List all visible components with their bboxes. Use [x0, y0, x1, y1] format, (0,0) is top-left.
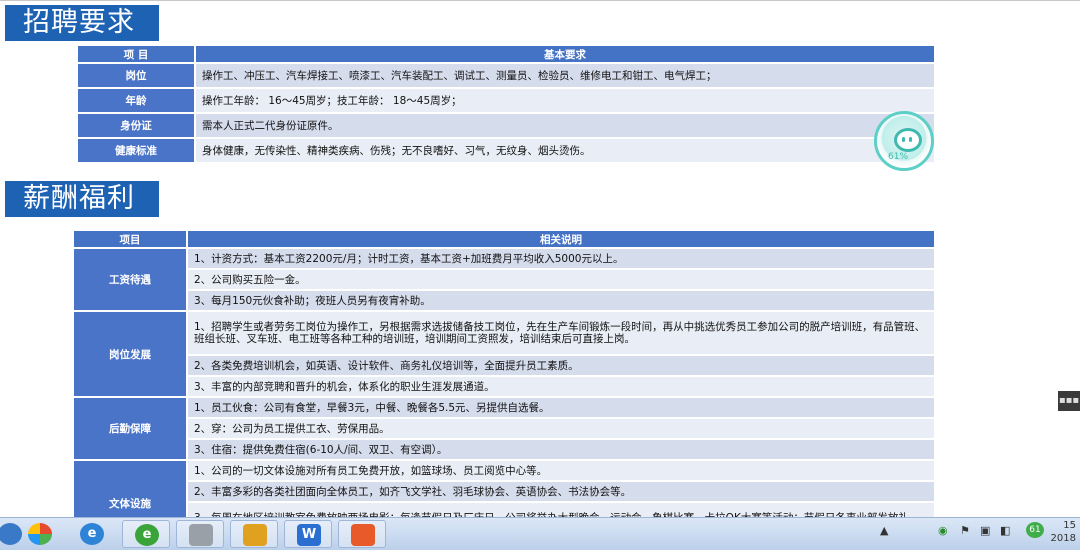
percent-label: 61%	[888, 152, 909, 162]
clock[interactable]: 15 2018	[1051, 519, 1076, 545]
photo-icon	[189, 524, 213, 546]
table-header-row: 项目 相关说明	[74, 231, 934, 249]
list-item: 2、公司购买五险一金。	[188, 270, 934, 291]
list-item: 3、丰富的内部竞聘和晋升的机会，体系化的职业生涯发展通道。	[188, 377, 934, 398]
tray-flag-icon[interactable]: ⚑	[960, 524, 970, 537]
list-item: 1、公司的一切文体设施对所有员工免费开放，如篮球场、员工阅览中心等。	[188, 461, 934, 482]
tray-monitor-icon[interactable]: ▣	[980, 524, 990, 537]
browser-green-icon: e	[135, 524, 159, 546]
list-item: 2、丰富多彩的各类社团面向全体员工，如齐飞文学社、羽毛球协会、英语协会、书法协会…	[188, 482, 934, 503]
group-label: 工资待遇	[74, 249, 188, 312]
taskbar-app[interactable]	[230, 520, 278, 548]
row-label: 身份证	[78, 114, 196, 139]
chat-face-icon	[894, 128, 922, 152]
taskbar: e e W	[0, 517, 1080, 550]
list-item: 1、员工伙食：公司有食堂，早餐3元，中餐、晚餐各5.5元、另提供自选餐。	[188, 398, 934, 419]
section-title-benefits: 薪酬福利	[5, 181, 159, 217]
taskbar-app[interactable]	[338, 520, 386, 548]
taskbar-app[interactable]: e	[68, 520, 116, 548]
row-label: 岗位	[78, 64, 196, 89]
row-label: 年龄	[78, 89, 196, 114]
benefits-table: 项目 相关说明 工资待遇 1、计资方式：基本工资2200元/月；计时工资，基本工…	[74, 231, 934, 547]
header-detail: 相关说明	[188, 231, 934, 249]
taskbar-app[interactable]	[16, 520, 64, 548]
taskbar-app[interactable]: W	[284, 520, 332, 548]
table-row: 2、各类免费培训机会，如英语、设计软件、商务礼仪培训等，全面提升员工素质。	[74, 356, 934, 377]
table-row: 工资待遇 1、计资方式：基本工资2200元/月；计时工资，基本工资+加班费月平均…	[74, 249, 934, 312]
list-item: 1、招聘学生或者劳务工岗位为操作工，另根据需求选拔储备技工岗位，先在生产车间锻炼…	[188, 312, 934, 356]
header-item: 项目	[74, 231, 188, 249]
list-item: 2、穿：公司为员工提供工衣、劳保用品。	[188, 419, 934, 440]
tray-network-icon[interactable]: ◉	[938, 524, 948, 537]
table-row: 2、丰富多彩的各类社团面向全体员工，如齐飞文学社、羽毛球协会、英语协会、书法协会…	[74, 482, 934, 503]
assistant-floating-icon[interactable]: 61%	[874, 111, 934, 171]
table-row: 3、住宿：提供免费住宿(6-10人/间、双卫、有空调）。	[74, 440, 934, 461]
group-label: 岗位发展	[74, 312, 188, 398]
word-icon: W	[297, 524, 321, 546]
header-item: 项 目	[78, 46, 196, 64]
row-value: 操作工年龄： 16～45周岁；技工年龄： 18～45周岁；	[196, 89, 934, 114]
list-item: 3、住宿：提供免费住宿(6-10人/间、双卫、有空调）。	[188, 440, 934, 461]
taskbar-app[interactable]: e	[122, 520, 170, 548]
table-row: 3、丰富的内部竞聘和晋升的机会，体系化的职业生涯发展通道。	[74, 377, 934, 398]
header-detail: 基本要求	[196, 46, 934, 64]
table-row: 岗位 操作工、冲压工、汽车焊接工、喷漆工、汽车装配工、调试工、测量员、检验员、维…	[78, 64, 934, 89]
row-value: 需本人正式二代身份证原件。	[196, 114, 934, 139]
table-row: 3、每月150元伙食补助；夜班人员另有夜宵补助。	[74, 291, 934, 312]
tray-security-badge[interactable]: 61	[1026, 522, 1044, 538]
taskbar-app[interactable]	[176, 520, 224, 548]
clock-date: 2018	[1050, 533, 1076, 544]
side-panel-toggle[interactable]: ▪▪▪	[1058, 391, 1080, 411]
group-label: 后勤保障	[74, 398, 188, 461]
eye-icon	[902, 137, 905, 142]
requirements-table: 项 目 基本要求 岗位 操作工、冲压工、汽车焊接工、喷漆工、汽车装配工、调试工、…	[78, 46, 934, 164]
tray-volume-icon[interactable]: ◧	[1000, 524, 1010, 537]
table-row: 健康标准 身体健康，无传染性、精神类疾病、伤残；无不良嗜好、习气，无纹身、烟头烫…	[78, 139, 934, 164]
table-row: 岗位发展 1、招聘学生或者劳务工岗位为操作工，另根据需求选拔储备技工岗位，先在生…	[74, 312, 934, 398]
table-header-row: 项 目 基本要求	[78, 46, 934, 64]
eye-icon	[909, 137, 912, 142]
list-item: 3、每月150元伙食补助；夜班人员另有夜宵补助。	[188, 291, 934, 312]
row-label: 健康标准	[78, 139, 196, 164]
file-manager-icon	[243, 524, 267, 546]
top-border	[0, 0, 1080, 1]
table-row: 身份证 需本人正式二代身份证原件。	[78, 114, 934, 139]
table-row: 2、公司购买五险一金。	[74, 270, 934, 291]
row-value: 身体健康，无传染性、精神类疾病、伤残；无不良嗜好、习气，无纹身、烟头烫伤。	[196, 139, 934, 164]
clock-time: 15	[1063, 520, 1076, 531]
app-launcher-icon	[28, 523, 52, 545]
table-row: 文体设施 1、公司的一切文体设施对所有员工免费开放，如篮球场、员工阅览中心等。	[74, 461, 934, 547]
section-title-requirements: 招聘要求	[5, 5, 159, 41]
list-item: 2、各类免费培训机会，如英语、设计软件、商务礼仪培训等，全面提升员工素质。	[188, 356, 934, 377]
list-item: 1、计资方式：基本工资2200元/月；计时工资，基本工资+加班费月平均收入500…	[188, 249, 934, 270]
ie-icon: e	[80, 523, 104, 545]
table-row: 年龄 操作工年龄： 16～45周岁；技工年龄： 18～45周岁；	[78, 89, 934, 114]
table-row: 后勤保障 1、员工伙食：公司有食堂，早餐3元，中餐、晚餐各5.5元、另提供自选餐…	[74, 398, 934, 461]
tray-arrow-icon[interactable]: ▲	[880, 524, 888, 537]
media-player-icon	[351, 524, 375, 546]
row-value: 操作工、冲压工、汽车焊接工、喷漆工、汽车装配工、调试工、测量员、检验员、维修电工…	[196, 64, 934, 89]
table-row: 2、穿：公司为员工提供工衣、劳保用品。	[74, 419, 934, 440]
